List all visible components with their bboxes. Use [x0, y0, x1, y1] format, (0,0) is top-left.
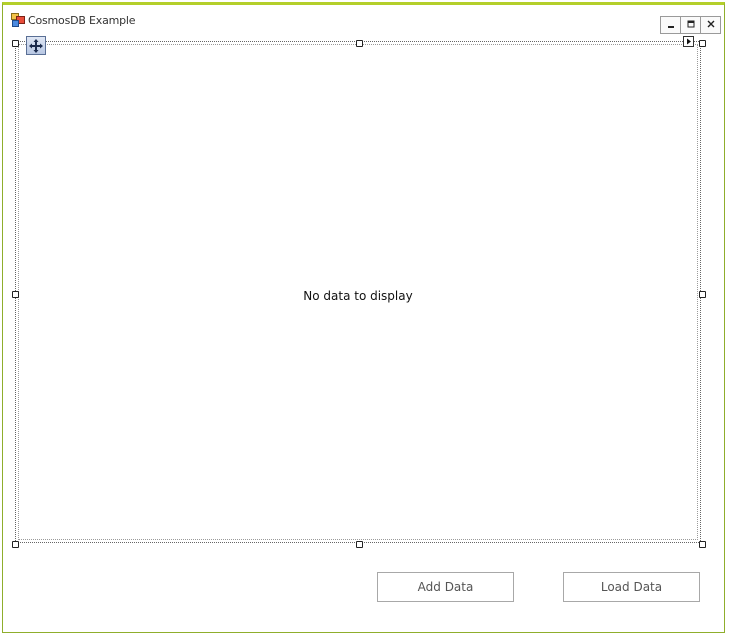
resize-handle-top-left[interactable] [12, 40, 19, 47]
resize-handle-bottom-right[interactable] [699, 541, 706, 548]
app-window-icon [11, 12, 25, 27]
resize-handle-left[interactable] [12, 291, 19, 298]
resize-handle-top-right[interactable] [699, 40, 706, 47]
move-arrows-icon[interactable] [26, 36, 46, 55]
resize-handle-right[interactable] [699, 291, 706, 298]
close-icon [707, 20, 715, 31]
resize-handle-top[interactable] [356, 40, 363, 47]
smart-tag-arrow-icon[interactable] [683, 36, 694, 47]
load-data-button[interactable]: Load Data [563, 572, 700, 602]
minimize-icon [667, 20, 675, 31]
maximize-button[interactable] [680, 16, 701, 34]
maximize-icon [687, 20, 695, 31]
grid-empty-message: No data to display [303, 289, 413, 303]
add-data-button[interactable]: Add Data [377, 572, 514, 602]
data-grid[interactable]: No data to display [15, 41, 701, 543]
resize-handle-bottom[interactable] [356, 541, 363, 548]
window-controls [659, 16, 721, 34]
close-button[interactable] [700, 16, 721, 34]
minimize-button[interactable] [660, 16, 681, 34]
resize-handle-bottom-left[interactable] [12, 541, 19, 548]
window-title: CosmosDB Example [28, 14, 136, 27]
